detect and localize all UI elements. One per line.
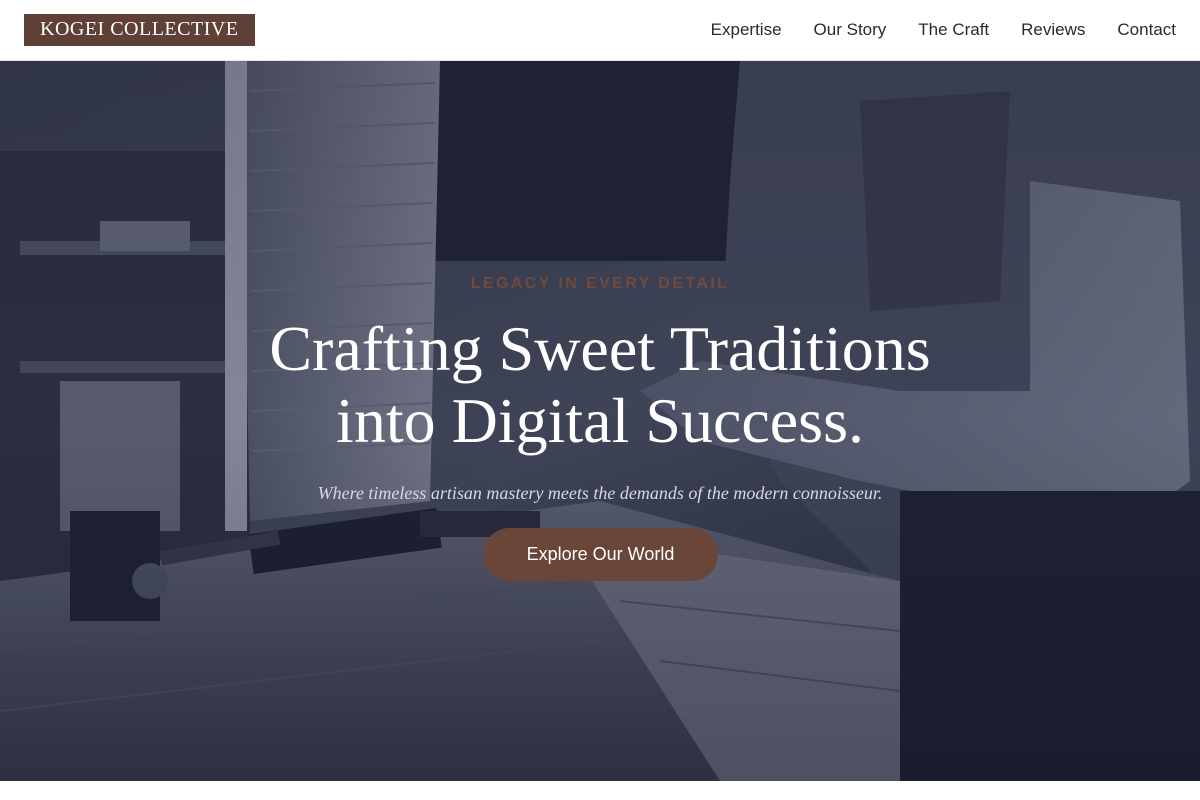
brand-logo[interactable]: KOGEI COLLECTIVE [24, 14, 255, 46]
hero-eyebrow: LEGACY IN EVERY DETAIL [470, 275, 730, 292]
hero-headline-line1: Crafting Sweet Traditions [269, 313, 931, 384]
below-hero-strip [0, 781, 1200, 800]
main-nav: Expertise Our Story The Craft Reviews Co… [711, 20, 1176, 40]
nav-link-our-story[interactable]: Our Story [814, 20, 887, 40]
nav-link-expertise[interactable]: Expertise [711, 20, 782, 40]
hero-headline-line2: into Digital Success. [336, 385, 864, 456]
nav-link-reviews[interactable]: Reviews [1021, 20, 1085, 40]
hero-subtitle: Where timeless artisan mastery meets the… [317, 483, 883, 503]
nav-link-the-craft[interactable]: The Craft [918, 20, 989, 40]
site-header: KOGEI COLLECTIVE Expertise Our Story The… [0, 0, 1200, 61]
nav-link-contact[interactable]: Contact [1117, 20, 1176, 40]
hero-section: LEGACY IN EVERY DETAIL Crafting Sweet Tr… [0, 61, 1200, 781]
hero-headline: Crafting Sweet Traditions into Digital S… [0, 313, 1200, 457]
explore-our-world-button[interactable]: Explore Our World [483, 528, 718, 581]
hero-content: LEGACY IN EVERY DETAIL Crafting Sweet Tr… [0, 61, 1200, 781]
